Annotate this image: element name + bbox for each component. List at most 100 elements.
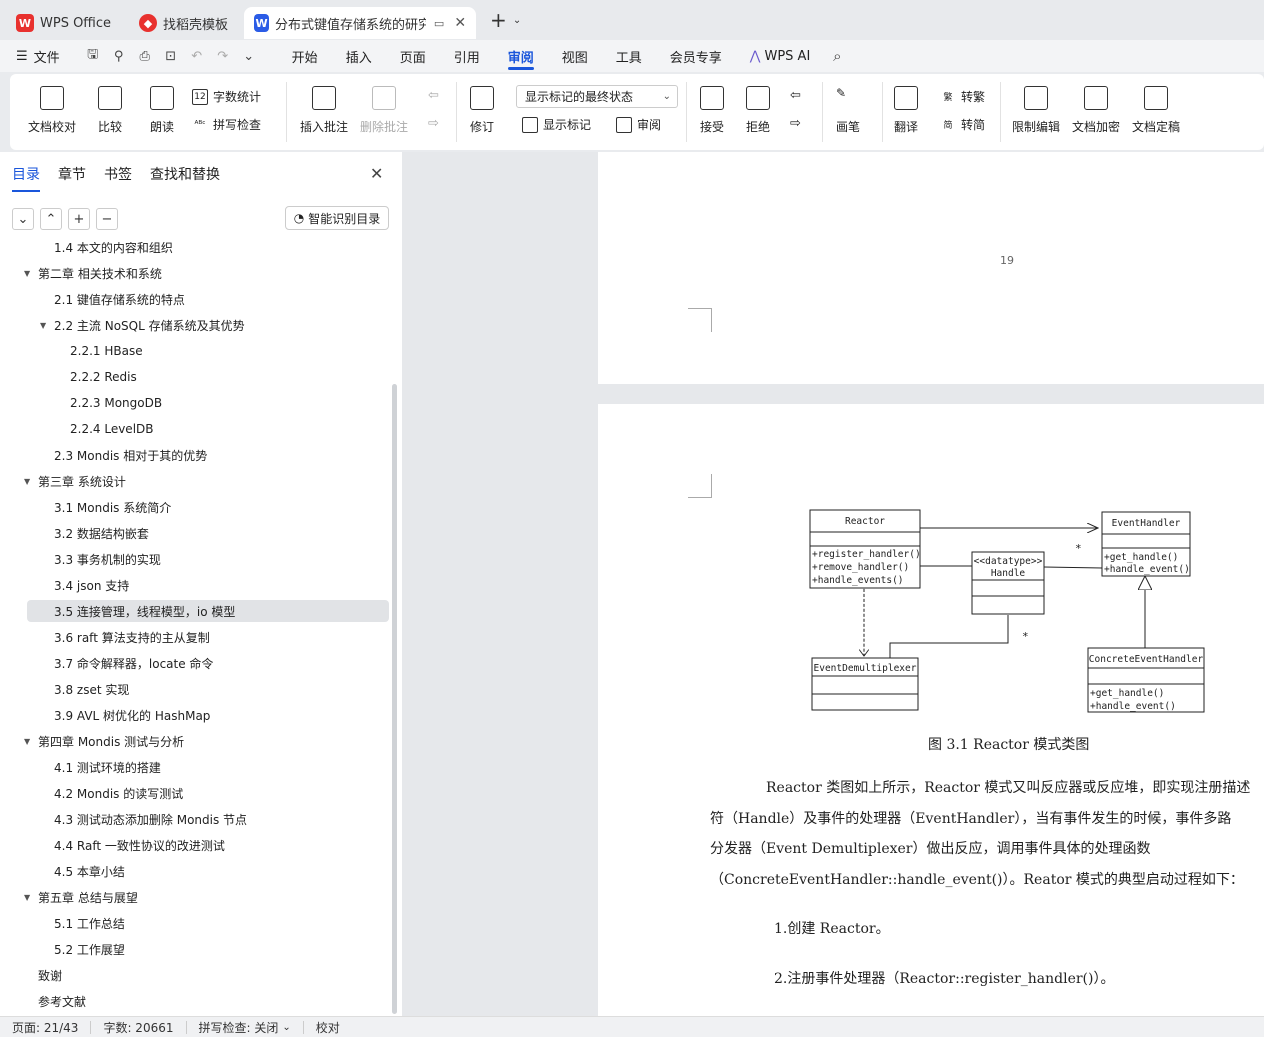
toc-item[interactable]: 4.1 测试环境的搭建 <box>0 756 392 778</box>
page-indicator[interactable]: 页面: 21/43 <box>0 1020 92 1035</box>
markup-state-select[interactable]: 显示标记的最终状态 ⌄ <box>516 85 678 108</box>
toc-item[interactable]: 3.2 数据结构嵌套 <box>0 522 392 544</box>
smart-toc-button[interactable]: ◔ 智能识别目录 <box>285 206 389 230</box>
monitor-icon[interactable]: ▭ <box>434 17 444 30</box>
print-preview-icon[interactable]: ⊡ <box>158 40 184 72</box>
next-comment-icon[interactable]: ⇨ <box>428 116 439 131</box>
toc-item[interactable]: 2.2.1 HBase <box>0 340 392 362</box>
menu-member[interactable]: 会员专享 <box>656 40 736 72</box>
toc-item[interactable]: 4.5 本章小结 <box>0 860 392 882</box>
save-icon[interactable]: 🖫 <box>80 40 106 72</box>
toc-item[interactable]: ▼ 第三章 系统设计 <box>0 470 392 492</box>
chevron-up-icon[interactable]: ⌃ <box>40 208 62 230</box>
toc-item[interactable]: ▼ 2.2 主流 NoSQL 存储系统及其优势 <box>0 314 392 336</box>
insert-comment-button[interactable]: 插入批注 <box>300 86 348 135</box>
toc-item[interactable]: 2.2.4 LevelDB <box>0 418 392 440</box>
expand-arrow-icon[interactable]: ▼ <box>40 321 46 330</box>
accept-button[interactable]: 接受 <box>700 86 724 135</box>
expand-arrow-icon[interactable]: ▼ <box>24 269 30 278</box>
word-count-button[interactable]: 12 字数统计 <box>192 88 261 105</box>
compare-button[interactable]: 比较 <box>98 86 122 135</box>
toc-item[interactable]: 3.8 zset 实现 <box>0 678 392 700</box>
spell-check-button[interactable]: ᴬᴮᶜ 拼写检查 <box>192 116 261 133</box>
toc-item[interactable]: 3.6 raft 算法支持的主从复制 <box>0 626 392 648</box>
toc-item[interactable]: 2.3 Mondis 相对于其的优势 <box>0 444 392 466</box>
undo-icon[interactable]: ↶ <box>184 40 210 72</box>
prev-change-icon[interactable]: ⇦ <box>790 88 801 103</box>
prev-comment-icon[interactable]: ⇦ <box>428 88 439 103</box>
toc-item[interactable]: 5.2 工作展望 <box>0 938 392 960</box>
chevron-down-icon[interactable]: ⌄ <box>513 15 521 26</box>
review-pane-button[interactable]: 审阅 <box>616 116 661 133</box>
close-icon[interactable]: ✕ <box>454 15 466 31</box>
toc-item[interactable]: 4.2 Mondis 的读写测试 <box>0 782 392 804</box>
plus-icon[interactable]: + <box>68 208 90 230</box>
expand-arrow-icon[interactable]: ▼ <box>24 893 30 902</box>
chevron-down-icon[interactable]: ⌄ <box>236 40 262 72</box>
toc-item[interactable]: 2.2.3 MongoDB <box>0 392 392 414</box>
toc-item[interactable]: 致谢 <box>0 964 392 986</box>
menu-page[interactable]: 页面 <box>386 40 440 72</box>
close-icon[interactable]: ✕ <box>370 164 383 183</box>
toc-item[interactable]: 3.4 json 支持 <box>0 574 392 596</box>
proof-status[interactable]: 校对 <box>304 1021 352 1035</box>
print-icon[interactable]: ⎙ <box>132 40 158 72</box>
toc-item[interactable]: 4.4 Raft 一致性协议的改进测试 <box>0 834 392 856</box>
toc-item[interactable]: 3.7 命令解释器，locate 命令 <box>0 652 392 674</box>
menu-review[interactable]: 审阅 <box>494 40 548 72</box>
menu-reference[interactable]: 引用 <box>440 40 494 72</box>
toc-item[interactable]: 2.1 键值存储系统的特点 <box>0 288 392 310</box>
next-change-icon[interactable]: ⇨ <box>790 116 801 131</box>
document-area[interactable]: 19 Reactor +register_handler() +remove_h… <box>402 152 1264 1016</box>
tab-find-replace[interactable]: 查找和替换 <box>150 164 220 184</box>
tab-docer-templates[interactable]: ◆ 找稻壳模板 <box>129 7 238 39</box>
spell-check-status[interactable]: 拼写检查: 关闭 ⌄ <box>187 1020 304 1035</box>
menu-tools[interactable]: 工具 <box>602 40 656 72</box>
scrollbar[interactable] <box>392 384 397 1014</box>
tab-wps-office[interactable]: W WPS Office <box>6 7 121 39</box>
toc-item[interactable]: 3.1 Mondis 系统简介 <box>0 496 392 518</box>
toc-item[interactable]: 3.5 连接管理，线程模型，io 模型 <box>27 600 389 622</box>
search-icon[interactable]: ⌕ <box>824 40 850 72</box>
tab-document[interactable]: W 分布式键值存储系统的研究和实 ▭ ✕ <box>244 7 477 39</box>
show-markup-button[interactable]: 显示标记 <box>522 116 591 133</box>
toc-item[interactable]: 5.1 工作总结 <box>0 912 392 934</box>
file-menu[interactable]: ☰ 文件 <box>0 40 74 72</box>
menu-view[interactable]: 视图 <box>548 40 602 72</box>
toc-item[interactable]: 3.3 事务机制的实现 <box>0 548 392 570</box>
finalize-button[interactable]: 文档定稿 <box>1132 86 1180 135</box>
track-changes-button[interactable]: 修订 <box>470 86 494 135</box>
menu-insert[interactable]: 插入 <box>332 40 386 72</box>
word-count-indicator[interactable]: 字数: 20661 <box>91 1020 187 1035</box>
wps-ai-button[interactable]: ⋀ WPS AI <box>736 40 824 72</box>
toc-item[interactable]: ▼ 第二章 相关技术和系统 <box>0 262 392 284</box>
restrict-edit-button[interactable]: 限制编辑 <box>1012 86 1060 135</box>
new-tab-button[interactable]: + <box>490 8 507 32</box>
expand-arrow-icon[interactable]: ▼ <box>24 477 30 486</box>
toc-item[interactable]: 3.9 AVL 树优化的 HashMap <box>0 704 392 726</box>
tab-toc[interactable]: 目录 <box>12 164 40 192</box>
reject-button[interactable]: 拒绝 <box>746 86 770 135</box>
delete-comment-button[interactable]: 删除批注 <box>360 86 408 135</box>
read-aloud-button[interactable]: 朗读 <box>150 86 174 135</box>
translate-button[interactable]: 翻译 <box>894 86 918 135</box>
toc-item[interactable]: 4.3 测试动态添加删除 Mondis 节点 <box>0 808 392 830</box>
to-traditional-button[interactable]: 繁 转繁 <box>940 88 985 105</box>
menu-start[interactable]: 开始 <box>278 40 332 72</box>
encrypt-button[interactable]: 文档加密 <box>1072 86 1120 135</box>
toc-item[interactable]: ▼ 第四章 Mondis 测试与分析 <box>0 730 392 752</box>
to-simplified-button[interactable]: 简 转简 <box>940 116 985 133</box>
doc-proof-button[interactable]: 文档校对 <box>28 86 76 135</box>
expand-arrow-icon[interactable]: ▼ <box>24 737 30 746</box>
pen-button[interactable]: ✎ 画笔 <box>836 86 860 135</box>
redo-icon[interactable]: ↷ <box>210 40 236 72</box>
toc-item[interactable]: 参考文献 <box>0 990 392 1012</box>
tab-sections[interactable]: 章节 <box>58 164 86 184</box>
share-icon[interactable]: ⚲ <box>106 40 132 72</box>
toc-item[interactable]: ▼ 第五章 总结与展望 <box>0 886 392 908</box>
toc-item[interactable]: 2.2.2 Redis <box>0 366 392 388</box>
tab-bookmarks[interactable]: 书签 <box>104 164 132 184</box>
chevron-down-icon[interactable]: ⌄ <box>12 208 34 230</box>
toc-item[interactable]: 1.4 本文的内容和组织 <box>0 242 392 258</box>
minus-icon[interactable]: − <box>96 208 118 230</box>
